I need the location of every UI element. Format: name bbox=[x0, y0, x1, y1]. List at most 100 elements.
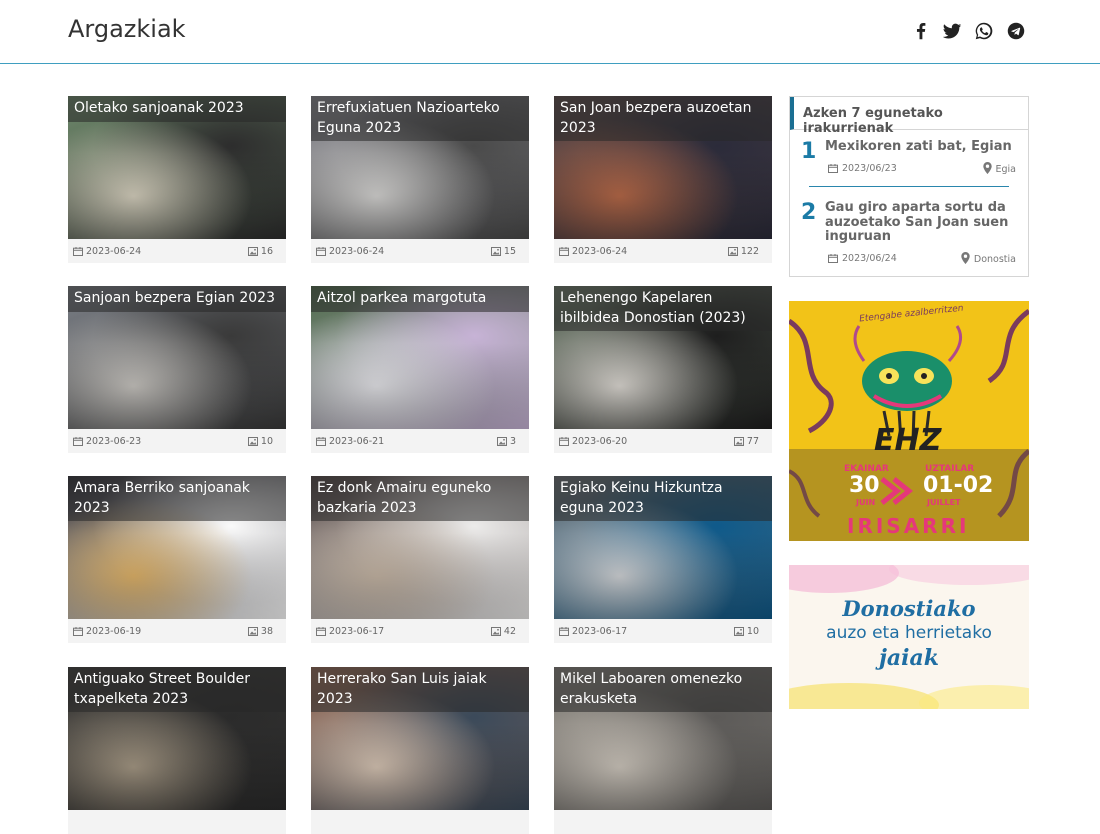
gallery-card-title[interactable]: Sanjoan bezpera Egian 2023 bbox=[68, 286, 286, 312]
gallery-thumbnail[interactable]: Errefuxiatuen Nazioarteko Eguna 2023 bbox=[311, 96, 529, 239]
gallery-card-photo-count: 77 bbox=[733, 436, 759, 447]
gallery-card-title[interactable]: Lehenengo Kapelaren ibilbidea Donostian … bbox=[554, 286, 772, 331]
gallery-thumbnail[interactable]: Oletako sanjoanak 2023 bbox=[68, 96, 286, 239]
location-pin-icon bbox=[982, 162, 992, 177]
gallery-card-meta: 2023-06-20 77 bbox=[554, 429, 772, 453]
gallery-card-date: 2023-06-21 bbox=[316, 436, 384, 447]
donostia-festivals-banner[interactable]: Donostiako auzo eta herrietako jaiak bbox=[789, 565, 1029, 709]
gallery-card-title[interactable]: Mikel Laboaren omenezko erakusketa bbox=[554, 667, 772, 712]
gallery-thumbnail[interactable]: Sanjoan bezpera Egian 2023 bbox=[68, 286, 286, 429]
page-title: Argazkiak bbox=[68, 15, 186, 43]
most-read-item-title[interactable]: Gau giro aparta sortu da auzoetako San J… bbox=[825, 200, 1015, 245]
banner-logo: EHZ bbox=[874, 423, 942, 458]
gallery-card-photo-count: 122 bbox=[727, 246, 759, 257]
gallery-card-title[interactable]: San Joan bezpera auzoetan 2023 bbox=[554, 96, 772, 141]
banner-month-left-fr: JUIN bbox=[856, 498, 876, 507]
thumbnail-shade bbox=[68, 533, 286, 619]
banner-line-3: jaiak bbox=[878, 645, 940, 671]
gallery-card-meta: 2023-06-17 10 bbox=[554, 619, 772, 643]
location-pin-icon bbox=[961, 252, 970, 267]
calendar-icon bbox=[828, 254, 838, 263]
gallery-card[interactable]: Amara Berriko sanjoanak 2023 2023-06-19 38 bbox=[68, 476, 286, 643]
gallery-card-title[interactable]: Herrerako San Luis jaiak 2023 bbox=[311, 667, 529, 712]
gallery-card[interactable]: Herrerako San Luis jaiak 2023 bbox=[311, 667, 529, 834]
gallery-thumbnail[interactable]: Herrerako San Luis jaiak 2023 bbox=[311, 667, 529, 810]
telegram-share-button[interactable] bbox=[1005, 20, 1027, 42]
most-read-item-title[interactable]: Mexikoren zati bat, Egian bbox=[825, 139, 1020, 155]
gallery-card-photo-count: 10 bbox=[247, 436, 273, 447]
gallery-card[interactable]: Mikel Laboaren omenezko erakusketa bbox=[554, 667, 772, 834]
gallery-card-date: 2023-06-19 bbox=[73, 626, 141, 637]
thumbnail-shade bbox=[68, 343, 286, 429]
gallery-thumbnail[interactable]: Egiako Keinu Hizkuntza eguna 2023 bbox=[554, 476, 772, 619]
twitter-icon bbox=[942, 23, 962, 39]
image-icon bbox=[247, 627, 258, 636]
image-icon bbox=[247, 247, 258, 256]
gallery-card-date: 2023-06-24 bbox=[316, 246, 384, 257]
gallery-card-title[interactable]: Oletako sanjoanak 2023 bbox=[68, 96, 286, 122]
gallery-card-title[interactable]: Errefuxiatuen Nazioarteko Eguna 2023 bbox=[311, 96, 529, 141]
image-icon bbox=[496, 437, 507, 446]
gallery-thumbnail[interactable]: Aitzol parkea margotuta bbox=[311, 286, 529, 429]
banner-day-right: 01-02 bbox=[923, 473, 994, 498]
divider bbox=[809, 186, 1009, 187]
gallery-card-date: 2023-06-17 bbox=[316, 626, 384, 637]
gallery-card-meta: 2023-06-17 42 bbox=[311, 619, 529, 643]
count-text: 10 bbox=[746, 626, 759, 637]
gallery-card-meta: 2023-06-24 16 bbox=[68, 239, 286, 263]
thumbnail-shade bbox=[554, 153, 772, 239]
gallery-card-title[interactable]: Antiguako Street Boulder txapelketa 2023 bbox=[68, 667, 286, 712]
gallery-card-meta: 2023-06-24 122 bbox=[554, 239, 772, 263]
date-text: 2023-06-19 bbox=[86, 626, 142, 637]
gallery-card-meta: 2023-06-23 10 bbox=[68, 429, 286, 453]
banner-line-1: Donostiako bbox=[842, 596, 976, 621]
gallery-card-title[interactable]: Aitzol parkea margotuta bbox=[311, 286, 529, 312]
whatsapp-icon bbox=[975, 22, 993, 40]
count-text: 38 bbox=[260, 626, 273, 637]
whatsapp-share-button[interactable] bbox=[973, 20, 995, 42]
gallery-card[interactable]: Oletako sanjoanak 2023 2023-06-24 16 bbox=[68, 96, 286, 263]
banner-artwork bbox=[789, 308, 1029, 541]
gallery-card-date: 2023-06-23 bbox=[73, 436, 141, 447]
banner-line-2: auzo eta herrietako bbox=[826, 623, 992, 643]
count-text: 42 bbox=[503, 626, 516, 637]
gallery-card[interactable]: Ez donk Amairu eguneko bazkaria 2023 2023… bbox=[311, 476, 529, 643]
date-text: 2023-06-24 bbox=[329, 246, 385, 257]
date-text: 2023-06-20 bbox=[572, 436, 628, 447]
gallery-thumbnail[interactable]: Ez donk Amairu eguneko bazkaria 2023 bbox=[311, 476, 529, 619]
thumbnail-shade bbox=[554, 343, 772, 429]
gallery-card[interactable]: Egiako Keinu Hizkuntza eguna 2023 2023-06… bbox=[554, 476, 772, 643]
gallery-card[interactable]: Sanjoan bezpera Egian 2023 2023-06-23 10 bbox=[68, 286, 286, 453]
image-icon bbox=[247, 437, 258, 446]
gallery-card-photo-count: 3 bbox=[496, 436, 516, 447]
site-header: Argazkiak bbox=[0, 0, 1100, 64]
most-read-heading: Azken 7 egunetako irakurrienak bbox=[790, 97, 1028, 136]
gallery-thumbnail[interactable]: Lehenengo Kapelaren ibilbidea Donostian … bbox=[554, 286, 772, 429]
ehz-festival-banner[interactable]: Etengabe azalberritzen EHZ EKAINAR 30 JU… bbox=[789, 301, 1029, 541]
gallery-card-title[interactable]: Amara Berriko sanjoanak 2023 bbox=[68, 476, 286, 521]
gallery-thumbnail[interactable]: San Joan bezpera auzoetan 2023 bbox=[554, 96, 772, 239]
most-read-item-place: Egia bbox=[982, 162, 1016, 177]
calendar-icon bbox=[559, 437, 569, 446]
most-read-item-place: Donostia bbox=[961, 252, 1016, 267]
image-icon bbox=[733, 627, 744, 636]
count-text: 122 bbox=[740, 246, 759, 257]
gallery-card[interactable]: Antiguako Street Boulder txapelketa 2023 bbox=[68, 667, 286, 834]
calendar-icon bbox=[316, 627, 326, 636]
thumbnail-shade bbox=[68, 724, 286, 810]
gallery-card-date: 2023-06-17 bbox=[559, 626, 627, 637]
count-text: 15 bbox=[503, 246, 516, 257]
gallery-card[interactable]: San Joan bezpera auzoetan 2023 2023-06-24… bbox=[554, 96, 772, 263]
gallery-card-title[interactable]: Ez donk Amairu eguneko bazkaria 2023 bbox=[311, 476, 529, 521]
facebook-icon bbox=[916, 23, 926, 40]
gallery-card-title[interactable]: Egiako Keinu Hizkuntza eguna 2023 bbox=[554, 476, 772, 521]
gallery-thumbnail[interactable]: Antiguako Street Boulder txapelketa 2023 bbox=[68, 667, 286, 810]
twitter-share-button[interactable] bbox=[941, 20, 963, 42]
gallery-card[interactable]: Lehenengo Kapelaren ibilbidea Donostian … bbox=[554, 286, 772, 453]
facebook-share-button[interactable] bbox=[910, 20, 932, 42]
gallery-card[interactable]: Aitzol parkea margotuta 2023-06-21 3 bbox=[311, 286, 529, 453]
thumbnail-shade bbox=[311, 153, 529, 239]
gallery-thumbnail[interactable]: Amara Berriko sanjoanak 2023 bbox=[68, 476, 286, 619]
gallery-card[interactable]: Errefuxiatuen Nazioarteko Eguna 2023 2023… bbox=[311, 96, 529, 263]
gallery-thumbnail[interactable]: Mikel Laboaren omenezko erakusketa bbox=[554, 667, 772, 810]
